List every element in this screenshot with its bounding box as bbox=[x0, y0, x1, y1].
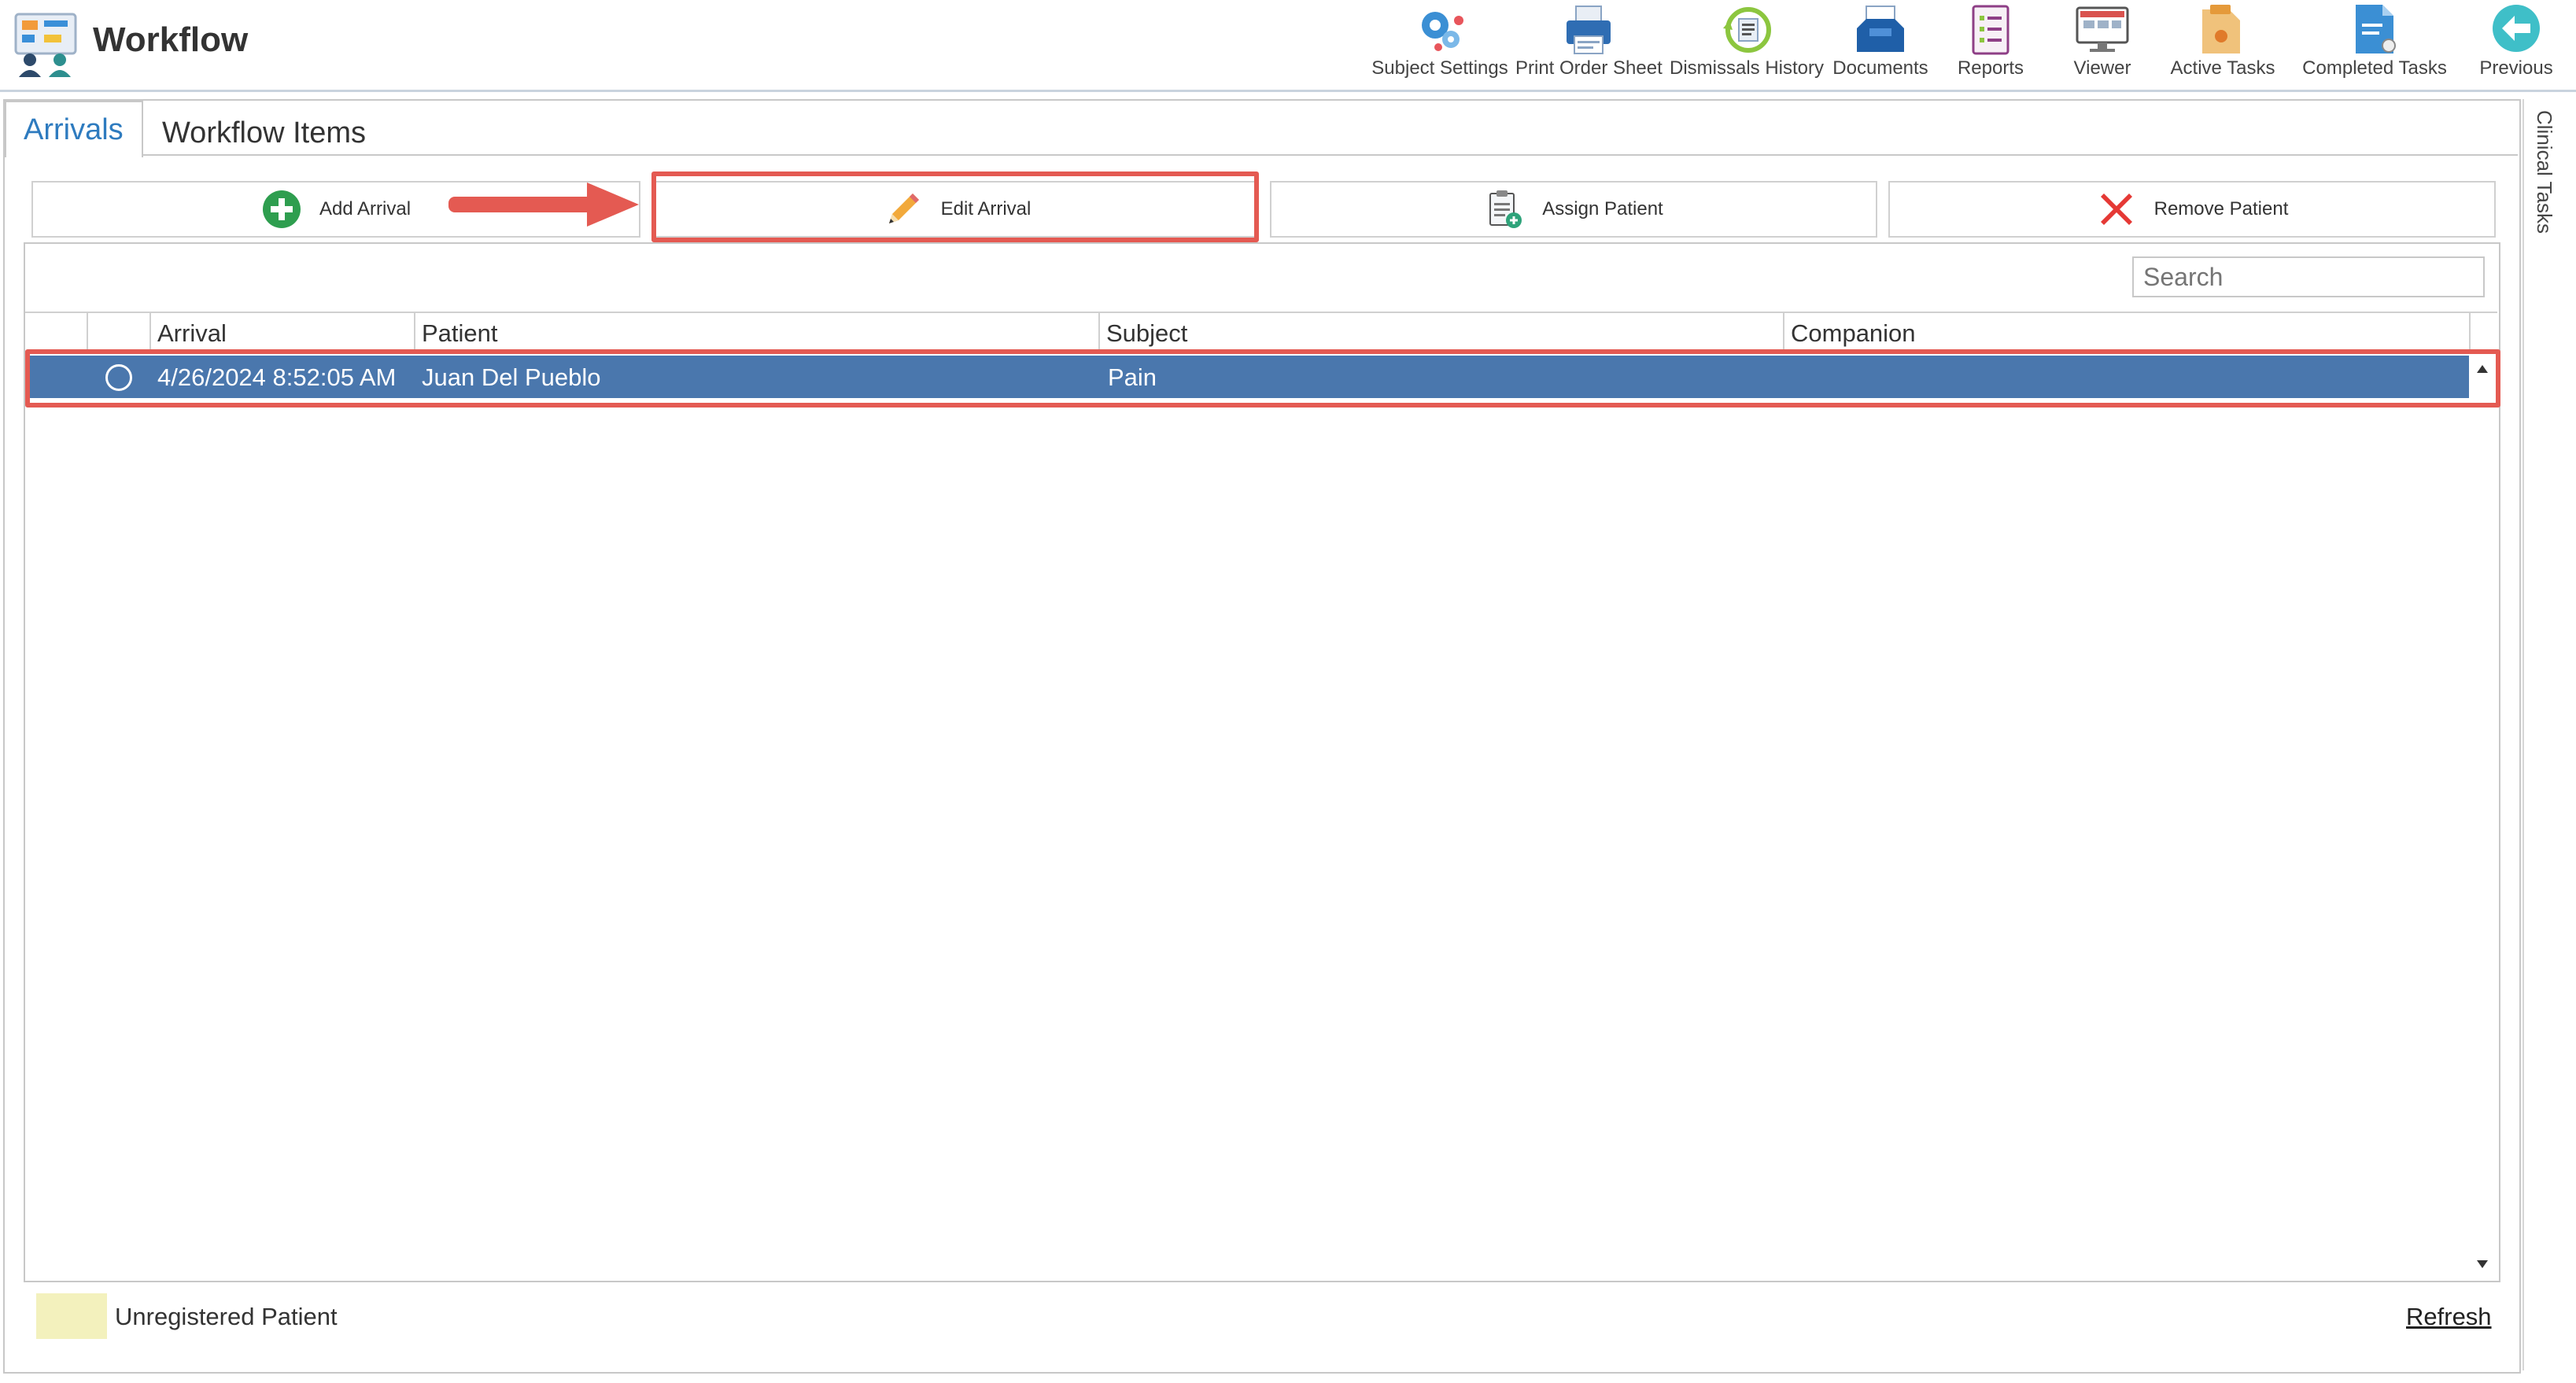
gears-icon bbox=[1422, 12, 1463, 51]
edit-arrival-highlight bbox=[651, 171, 1259, 242]
column-separator bbox=[1783, 313, 1784, 351]
search-input[interactable] bbox=[2132, 256, 2485, 297]
scroll-up-arrow-icon bbox=[2477, 365, 2488, 373]
monitor-icon bbox=[2076, 6, 2129, 52]
column-header-patient[interactable]: Patient bbox=[422, 319, 498, 348]
tab-label: Arrivals bbox=[24, 113, 124, 146]
refresh-link[interactable]: Refresh bbox=[2406, 1303, 2492, 1331]
toolbar-label: Completed Tasks bbox=[2302, 57, 2447, 79]
column-separator bbox=[414, 313, 415, 351]
tab-workflow-items[interactable]: Workflow Items bbox=[142, 101, 393, 154]
assign-patient-label: Assign Patient bbox=[1542, 198, 1663, 219]
toolbar-label: Subject Settings bbox=[1371, 57, 1508, 79]
printer-icon bbox=[1567, 6, 1611, 54]
column-header-companion[interactable]: Companion bbox=[1791, 319, 1916, 348]
back-arrow-icon bbox=[2493, 5, 2540, 52]
scroll-down-button[interactable] bbox=[2471, 1251, 2494, 1278]
inbox-tray-icon bbox=[1857, 6, 1904, 52]
toolbar-documents[interactable]: Documents bbox=[1830, 0, 1931, 87]
history-icon bbox=[1723, 7, 1771, 53]
toolbar-label: Documents bbox=[1832, 57, 1928, 79]
column-header-arrival[interactable]: Arrival bbox=[157, 319, 227, 348]
toolbar-label: Print Order Sheet bbox=[1515, 57, 1663, 79]
side-panel-strip bbox=[2522, 99, 2574, 1370]
column-separator bbox=[1098, 313, 1100, 351]
toolbar-label: Dismissals History bbox=[1669, 57, 1824, 79]
annotation-arrow bbox=[448, 183, 639, 227]
completed-document-icon bbox=[2356, 5, 2396, 53]
scroll-up-button[interactable] bbox=[2471, 356, 2494, 396]
workflow-logo-icon bbox=[14, 13, 77, 77]
tab-arrivals[interactable]: Arrivals bbox=[5, 101, 143, 157]
remove-patient-label: Remove Patient bbox=[2153, 198, 2289, 219]
grid-header: Arrival Patient Subject Companion bbox=[25, 312, 2497, 352]
tab-label: Workflow Items bbox=[162, 116, 367, 149]
add-plus-icon bbox=[262, 190, 301, 228]
toolbar-reports[interactable]: Reports bbox=[1943, 0, 2038, 87]
assign-patient-button[interactable]: Assign Patient bbox=[1270, 181, 1877, 238]
column-header-subject[interactable]: Subject bbox=[1106, 319, 1187, 348]
scroll-down-arrow-icon bbox=[2477, 1260, 2488, 1268]
clinical-tasks-label: Clinical Tasks bbox=[2533, 110, 2556, 234]
remove-patient-button[interactable]: Remove Patient bbox=[1888, 181, 2496, 238]
toolbar-viewer[interactable]: Viewer bbox=[2058, 0, 2146, 87]
toolbar-print-order-sheet[interactable]: Print Order Sheet bbox=[1515, 0, 1663, 87]
add-arrival-label: Add Arrival bbox=[319, 198, 411, 219]
clinical-tasks-tab[interactable]: Clinical Tasks bbox=[2526, 110, 2570, 252]
legend-swatch bbox=[36, 1293, 107, 1339]
column-separator bbox=[87, 313, 88, 351]
toolbar-completed-tasks[interactable]: Completed Tasks bbox=[2297, 0, 2452, 87]
report-icon bbox=[1972, 5, 2010, 55]
toolbar-dismissals-history[interactable]: Dismissals History bbox=[1668, 0, 1825, 87]
tab-divider bbox=[140, 154, 2518, 156]
toolbar-label: Reports bbox=[1957, 57, 2024, 79]
assign-clipboard-icon bbox=[1489, 190, 1522, 228]
app-title: Workflow bbox=[93, 20, 249, 59]
legend-label: Unregistered Patient bbox=[115, 1303, 338, 1330]
red-x-icon bbox=[2100, 194, 2132, 225]
toolbar-previous[interactable]: Previous bbox=[2471, 0, 2562, 87]
toolbar-subject-settings[interactable]: Subject Settings bbox=[1369, 0, 1511, 87]
column-separator bbox=[2469, 313, 2471, 351]
toolbar-active-tasks[interactable]: Active Tasks bbox=[2164, 0, 2282, 87]
row-highlight bbox=[25, 349, 2500, 408]
toolbar-label: Active Tasks bbox=[2170, 57, 2275, 79]
toolbar-label: Previous bbox=[2479, 57, 2553, 79]
column-separator bbox=[149, 313, 151, 351]
task-folder-icon bbox=[2202, 5, 2240, 53]
toolbar-label: Viewer bbox=[2073, 57, 2131, 79]
